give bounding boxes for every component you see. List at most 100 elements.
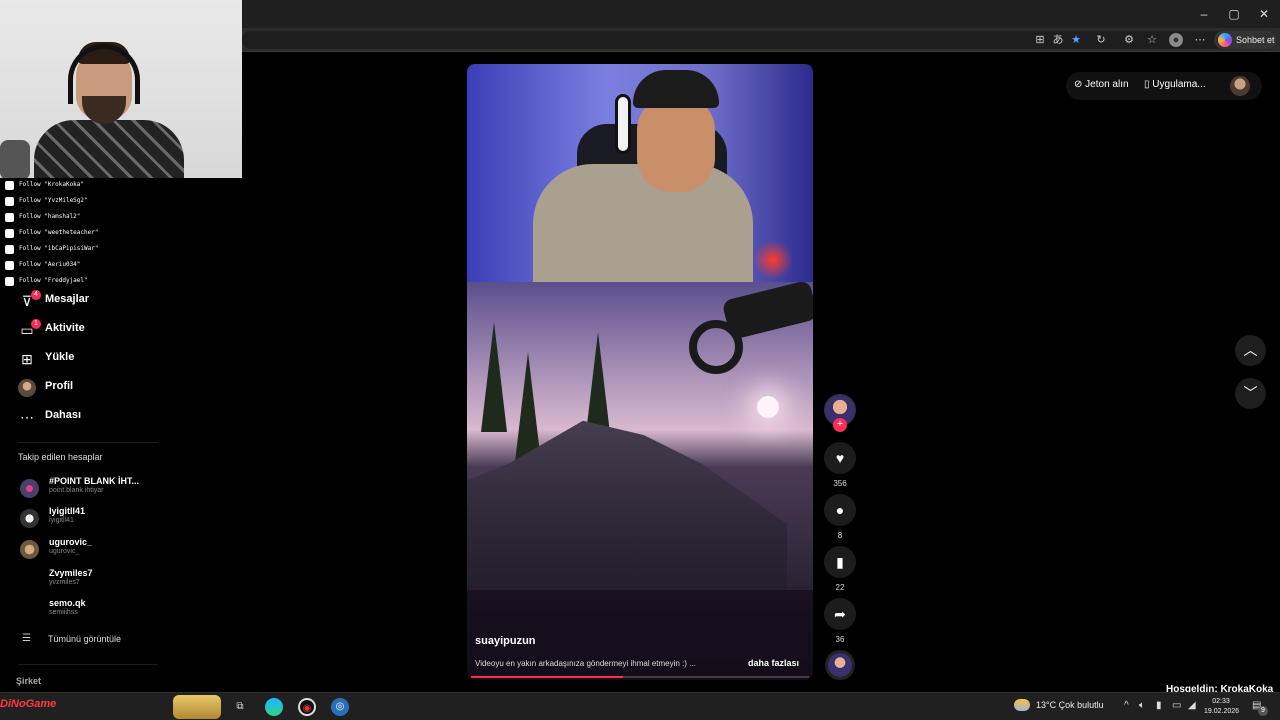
comment-icon: ● <box>835 502 845 518</box>
list-icon: ☰ <box>22 633 31 644</box>
webcam-sweater <box>34 120 184 178</box>
system-clock[interactable]: 02:33 19.02.2026 <box>1204 697 1239 717</box>
chevron-up-icon: ︿ <box>1243 342 1258 358</box>
display-icon[interactable]: ▭ <box>1172 700 1181 711</box>
following-account[interactable]: #POINT BLANK İHT... point.blank.ihtiyar <box>18 476 158 502</box>
sidebar-item-more[interactable]: ⋯ Dahası <box>18 406 158 430</box>
save-button[interactable]: ▮ <box>824 546 856 578</box>
sidebar-item-upload[interactable]: ⊞ Yükle <box>18 348 158 372</box>
following-title: Takip edilen hesaplar <box>18 452 103 462</box>
extensions-icon[interactable]: ⚙ <box>1122 33 1136 47</box>
checkbox-icon <box>5 197 14 206</box>
task-view-icon[interactable]: ⧉ <box>231 698 249 716</box>
follow-alert: Follow "Freddyjael" <box>5 276 137 286</box>
share-icon: ➦ <box>834 606 846 622</box>
profile-avatar <box>18 379 36 397</box>
translate-icon[interactable]: あ <box>1051 33 1065 47</box>
video-red-light <box>753 240 793 280</box>
like-button[interactable]: ♥ <box>824 442 856 474</box>
checkbox-icon <box>5 261 14 270</box>
network-icon[interactable]: ◢ <box>1188 700 1196 711</box>
follow-alerts-overlay: Follow "KrokaKoka" Follow "YvzMileSg2" F… <box>0 178 137 288</box>
video-author[interactable]: suayipuzun <box>475 635 536 647</box>
app-icon[interactable]: ⊞ <box>1033 33 1047 47</box>
save-count: 22 <box>835 583 845 592</box>
previous-video-button[interactable]: ︿ <box>1235 335 1266 366</box>
copilot-icon <box>1218 33 1232 47</box>
more-icon[interactable]: ⋯ <box>1193 33 1207 47</box>
messages-badge: 4 <box>31 290 41 300</box>
comment-count: 8 <box>837 531 843 540</box>
see-all-label: Tümünü görüntüle <box>48 634 122 644</box>
weather-icon <box>1014 699 1030 711</box>
see-all-button[interactable]: ☰ Tümünü görüntüle <box>18 632 158 648</box>
account-name: Zvymiles7 <box>49 568 93 578</box>
follow-alert: Follow "Aeriu034" <box>5 260 137 270</box>
copilot-button[interactable]: Sohbet et <box>1214 31 1276 49</box>
video-player[interactable] <box>467 64 813 680</box>
star-icon[interactable]: ★ <box>1069 33 1083 47</box>
upload-icon: ⊞ <box>21 351 33 367</box>
headphones-icon <box>615 94 631 154</box>
next-video-button[interactable]: ﹀ <box>1235 378 1266 409</box>
like-count: 356 <box>833 479 847 488</box>
sidebar-item-profile[interactable]: Profil <box>18 377 158 401</box>
close-button[interactable]: ✕ <box>1249 4 1279 24</box>
account-handle: iyigitll41 <box>49 517 74 524</box>
maximize-button[interactable]: ▢ <box>1219 4 1249 24</box>
notification-count: 9 <box>1258 706 1268 716</box>
headset-icon <box>68 44 140 104</box>
sidebar-item-activity[interactable]: ▭ 1 Aktivite <box>18 319 158 343</box>
minimize-button[interactable]: – <box>1189 4 1219 24</box>
checkbox-icon <box>5 277 14 286</box>
following-account[interactable]: ugurovic_ ugurovic_ <box>18 537 158 563</box>
obs-icon[interactable]: ◉ <box>298 698 316 716</box>
following-account[interactable]: Zvymiles7 yvzmiles7 <box>18 568 158 594</box>
microphone-icon[interactable]: ▮ <box>1156 700 1162 711</box>
chevron-down-icon: ﹀ <box>1243 385 1258 401</box>
get-coins-button[interactable]: ⊘ Jeton alın <box>1074 79 1129 90</box>
video-progress-fill <box>471 676 624 678</box>
tree <box>481 322 507 432</box>
sidebar-item-label: Aktivite <box>45 322 85 334</box>
follow-alert: Follow "YvzMileSg2" <box>5 196 137 206</box>
sidebar-item-label: Yükle <box>45 351 75 363</box>
checkbox-icon <box>5 229 14 238</box>
follow-plus-button[interactable]: + <box>833 418 847 432</box>
video-gameplay-region <box>467 282 813 590</box>
following-account[interactable]: Iyigitll41 iyigitll41 <box>18 506 158 532</box>
video-face <box>637 96 715 192</box>
refresh-icon[interactable]: ↻ <box>1094 33 1108 47</box>
user-avatar[interactable] <box>1230 76 1250 96</box>
see-more-link[interactable]: daha fazlası <box>748 658 799 668</box>
avatar <box>20 540 39 559</box>
share-count: 36 <box>835 635 845 644</box>
share-button[interactable]: ➦ <box>824 598 856 630</box>
app-icon[interactable]: ◎ <box>331 698 349 716</box>
video-description: Videoyu en yakın arkadaşınıza göndermeyi… <box>475 659 696 668</box>
chevron-up-icon[interactable]: ^ <box>1124 700 1129 711</box>
avatar <box>20 509 39 528</box>
profile-icon[interactable]: ● <box>1169 33 1183 47</box>
account-handle: ugurovic_ <box>49 548 80 555</box>
account-name: #POINT BLANK İHT... <box>49 476 140 486</box>
sun <box>757 396 779 418</box>
company-section-title[interactable]: Şirket <box>16 676 41 686</box>
heart-icon: ♥ <box>835 450 845 466</box>
following-account[interactable]: semo.qk semiiihss <box>18 598 158 624</box>
video-webcam-region <box>467 64 813 294</box>
favorites-icon[interactable]: ☆ <box>1145 33 1159 47</box>
motorcycle-wheel <box>689 320 743 374</box>
address-bar[interactable] <box>242 31 1242 49</box>
divider <box>18 664 158 665</box>
get-app-button[interactable]: ▯ Uygulama... <box>1144 79 1206 90</box>
edge-browser-icon[interactable] <box>265 698 283 716</box>
checkbox-icon <box>5 245 14 254</box>
speaker-icon[interactable]: 🔈︎ <box>1139 700 1145 711</box>
sidebar-item-label: Profil <box>45 380 74 392</box>
weather-text[interactable]: 13°C Çok bulutlu <box>1036 700 1104 710</box>
music-disc-avatar[interactable] <box>825 650 855 680</box>
comment-button[interactable]: ● <box>824 494 856 526</box>
sidebar-item-messages[interactable]: ⊽ 4 Mesajlar <box>18 290 158 314</box>
clock-time: 02:33 <box>1212 698 1230 705</box>
